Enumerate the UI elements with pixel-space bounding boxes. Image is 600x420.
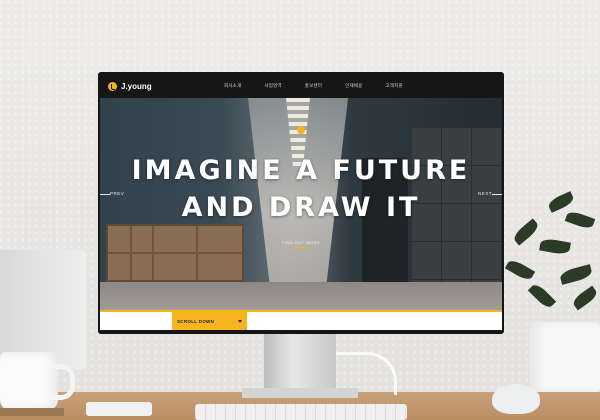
j-circle-logo-icon (108, 81, 117, 91)
find-out-more-link[interactable]: FIND OUT MORE (280, 240, 322, 245)
next-button[interactable]: NEXT (478, 191, 492, 196)
menu-item-business[interactable]: 사업영역 (264, 83, 281, 89)
monitor-stand-base (242, 388, 358, 398)
main-menu: 회사소개 사업영역 홍보센터 인재채용 고객지원 (224, 74, 426, 98)
scroll-down-button[interactable]: SCROLL DOWN (172, 312, 247, 330)
next-arrow-line (492, 194, 502, 195)
scroll-down-label: SCROLL DOWN (177, 318, 215, 324)
site-logo[interactable]: J.young (108, 81, 152, 91)
hero-title-line-1: IMAGINE A FUTURE (131, 155, 471, 186)
plant-pot (530, 322, 600, 392)
find-out-more-underline (294, 247, 308, 248)
chevron-down-icon (238, 319, 242, 323)
menu-item-company[interactable]: 회사소개 (224, 83, 241, 89)
hero-logo-dot-icon (297, 126, 305, 134)
monitor-screen: IMAGINE A FUTURE AND DRAW IT PREV NEXT F… (100, 74, 502, 330)
phone (86, 402, 152, 416)
bottom-bar: SCROLL DOWN (100, 310, 502, 330)
menu-item-support[interactable]: 고객지원 (386, 83, 403, 89)
bottom-accent-line (100, 310, 502, 312)
prev-arrow-line (100, 194, 110, 195)
hero-shelf-image (106, 224, 244, 282)
keyboard (195, 404, 407, 420)
site-header: J.young 회사소개 사업영역 홍보센터 인재채용 고객지원 (100, 74, 502, 98)
hero-title-line-2: AND DRAW IT (181, 192, 421, 223)
menu-item-pr-center[interactable]: 홍보센터 (305, 83, 322, 89)
hero-title: IMAGINE A FUTURE AND DRAW IT (100, 152, 502, 226)
hero-slide: IMAGINE A FUTURE AND DRAW IT PREV NEXT F… (100, 98, 502, 330)
menu-item-recruit[interactable]: 인재채용 (345, 83, 362, 89)
logo-text: J.young (121, 81, 152, 91)
mouse (492, 384, 540, 414)
monitor-stand (264, 334, 336, 392)
mug-handle (50, 364, 75, 400)
coaster (0, 408, 64, 416)
prev-button[interactable]: PREV (110, 191, 124, 196)
